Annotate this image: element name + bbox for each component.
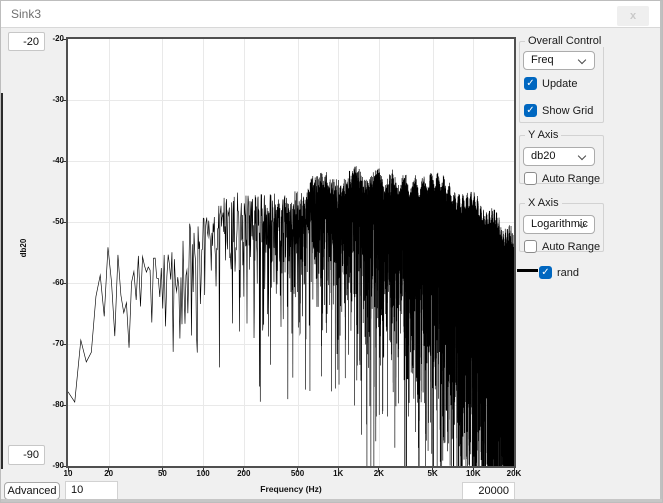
legend-line-swatch (517, 269, 538, 272)
checkbox-icon (524, 172, 537, 185)
x-tick-mark (108, 468, 109, 472)
x-axis-dropdown[interactable]: Logarithmic (523, 215, 595, 234)
x-min-edit[interactable]: 10 (65, 481, 118, 500)
plot-frame (66, 37, 516, 468)
y-axis-group-title: Y Axis (525, 129, 561, 141)
chevron-down-icon (578, 56, 586, 64)
x-tick-mark (473, 468, 474, 472)
window-bottom-edge (1, 499, 662, 502)
show-grid-checkbox[interactable]: ✓ Show Grid (524, 102, 593, 116)
titlebar[interactable]: Sink3 x (1, 1, 662, 28)
window-right-edge (660, 1, 662, 502)
y-tick-label: -90 (31, 461, 64, 470)
y-tick-mark (62, 161, 66, 162)
y-tick-mark (62, 344, 66, 345)
y-tick-label: -80 (31, 400, 64, 409)
update-checkbox[interactable]: ✓ Update (524, 75, 577, 89)
overall-control-title: Overall Control (525, 35, 604, 47)
y-tick-mark (62, 100, 66, 101)
chevron-down-icon (578, 152, 586, 160)
y-auto-range-label: Auto Range (542, 173, 600, 185)
overall-control-dropdown[interactable]: Freq (523, 51, 595, 70)
x-auto-range-label: Auto Range (542, 241, 600, 253)
y-tick-label: -50 (31, 217, 64, 226)
y-axis-dropdown-value: db20 (531, 150, 555, 162)
y-tick-mark (62, 283, 66, 284)
overall-control-dropdown-value: Freq (531, 54, 554, 66)
x-tick-mark (297, 468, 298, 472)
y-axis-dropdown[interactable]: db20 (523, 147, 595, 166)
x-auto-range-checkbox[interactable]: Auto Range (524, 238, 600, 252)
y-tick-mark (62, 222, 66, 223)
x-axis-title: Frequency (Hz) (191, 484, 391, 494)
advanced-button[interactable]: Advanced (4, 482, 60, 500)
x-tick-mark (514, 468, 515, 472)
y-tick-label: -30 (31, 95, 64, 104)
sink3-window: Sink3 x -20 -90 db20 Frequency (Hz) 10 20… (0, 0, 663, 503)
y-tick-label: -60 (31, 278, 64, 287)
y-tick-mark (62, 405, 66, 406)
x-tick-mark (68, 468, 69, 472)
y-tick-mark (62, 39, 66, 40)
update-checkbox-label: Update (542, 78, 577, 90)
background-window-edge (1, 93, 3, 469)
show-grid-checkbox-label: Show Grid (542, 105, 593, 117)
x-tick-mark (338, 468, 339, 472)
x-tick-mark (243, 468, 244, 472)
y-axis-title: db20 (19, 227, 33, 269)
checkbox-icon: ✓ (524, 77, 537, 90)
checkbox-icon: ✓ (524, 104, 537, 117)
y-auto-range-checkbox[interactable]: Auto Range (524, 170, 600, 184)
x-tick-mark (432, 468, 433, 472)
x-tick-mark (162, 468, 163, 472)
legend-rand-checkbox[interactable]: ✓ rand (539, 264, 579, 278)
checkbox-icon (524, 240, 537, 253)
checkbox-icon: ✓ (539, 266, 552, 279)
y-tick-label: -70 (31, 339, 64, 348)
y-tick-label: -20 (31, 34, 64, 43)
spectrum-plot (68, 39, 514, 466)
legend-series-label: rand (557, 267, 579, 279)
window-title: Sink3 (11, 7, 41, 21)
y-tick-label: -40 (31, 156, 64, 165)
y-tick-mark (62, 466, 66, 467)
x-axis-group-title: X Axis (525, 197, 562, 209)
x-tick-mark (203, 468, 204, 472)
x-max-edit[interactable]: 20000 (462, 482, 515, 500)
x-tick-mark (378, 468, 379, 472)
close-icon[interactable]: x (617, 6, 649, 26)
